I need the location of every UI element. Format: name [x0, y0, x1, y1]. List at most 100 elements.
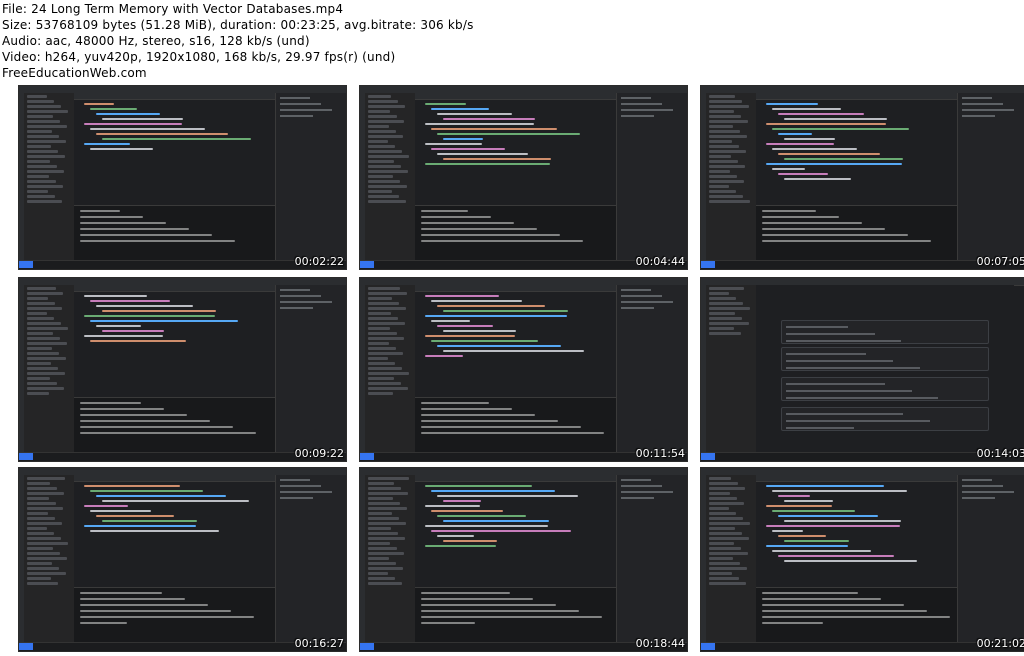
- video-thumbnail[interactable]: 00:11:54: [359, 277, 688, 462]
- terminal-panel: [74, 397, 276, 453]
- chat-line: [621, 301, 673, 303]
- explorer-item: [368, 487, 401, 490]
- settings-line: [786, 383, 885, 385]
- terminal-panel: [415, 397, 617, 453]
- thumbnail-timestamp: 00:09:22: [294, 447, 344, 460]
- settings-panel: [781, 377, 989, 401]
- explorer-item: [368, 382, 401, 385]
- explorer-item: [709, 492, 730, 495]
- code-line: [778, 173, 828, 175]
- editor-tabs: [415, 285, 617, 292]
- video-thumbnail[interactable]: 00:09:22: [18, 277, 347, 462]
- chat-line: [962, 491, 1014, 493]
- explorer-item: [27, 160, 50, 163]
- chat-side-panel: [616, 475, 687, 643]
- explorer-item: [709, 582, 746, 585]
- chat-line: [621, 479, 651, 481]
- file-explorer-sidebar: [24, 285, 75, 453]
- terminal-line: [421, 222, 514, 224]
- explorer-item: [709, 332, 741, 335]
- code-line: [102, 118, 183, 120]
- code-line: [784, 500, 833, 502]
- code-line: [425, 545, 496, 547]
- code-line: [425, 295, 499, 297]
- terminal-panel: [74, 587, 276, 643]
- explorer-item: [27, 145, 51, 148]
- video-thumbnail[interactable]: 00:18:44: [359, 467, 688, 652]
- explorer-item: [709, 150, 746, 153]
- explorer-item: [27, 327, 68, 330]
- explorer-item: [27, 170, 64, 173]
- explorer-item: [27, 567, 59, 570]
- explorer-item: [27, 377, 50, 380]
- explorer-item: [709, 567, 747, 570]
- explorer-item: [27, 292, 63, 295]
- video-thumbnail[interactable]: 00:21:02: [700, 467, 1024, 652]
- explorer-item: [709, 327, 734, 330]
- explorer-item: [709, 497, 737, 500]
- explorer-item: [368, 292, 407, 295]
- explorer-item: [27, 362, 51, 365]
- code-line: [84, 335, 163, 337]
- explorer-item: [709, 547, 741, 550]
- explorer-item: [27, 392, 49, 395]
- explorer-item: [709, 572, 732, 575]
- video-thumbnail[interactable]: 00:02:22: [18, 85, 347, 270]
- chat-side-panel: [957, 475, 1024, 643]
- explorer-item: [27, 200, 62, 203]
- editor-tabs: [74, 285, 276, 292]
- video-info-header: File: 24 Long Term Memory with Vector Da…: [2, 1, 602, 81]
- code-line: [784, 520, 901, 522]
- code-line: [778, 515, 878, 517]
- chat-line: [280, 307, 313, 309]
- code-line: [90, 510, 151, 512]
- explorer-item: [368, 357, 388, 360]
- chat-line: [962, 97, 992, 99]
- code-line: [84, 295, 147, 297]
- code-line: [431, 340, 538, 342]
- editor-area: [415, 285, 617, 453]
- explorer-item: [27, 155, 65, 158]
- code-line: [778, 495, 810, 497]
- explorer-item: [368, 547, 397, 550]
- terminal-line: [762, 598, 881, 600]
- terminal-line: [421, 610, 579, 612]
- explorer-item: [368, 302, 399, 305]
- chat-line: [280, 103, 321, 105]
- video-thumbnail[interactable]: 00:16:27: [18, 467, 347, 652]
- explorer-item: [27, 185, 63, 188]
- code-line: [425, 505, 480, 507]
- code-line: [90, 530, 219, 532]
- explorer-item: [368, 125, 389, 128]
- explorer-item: [27, 342, 67, 345]
- settings-line: [786, 360, 894, 362]
- code-lines: [415, 485, 617, 547]
- video-thumbnail[interactable]: 00:14:03: [700, 277, 1024, 462]
- code-line: [84, 103, 114, 105]
- code-line: [431, 530, 571, 532]
- status-bar: [701, 642, 1024, 651]
- code-lines: [74, 295, 276, 342]
- code-line: [766, 143, 834, 145]
- status-accent: [701, 643, 715, 650]
- code-line: [784, 118, 887, 120]
- terminal-line: [421, 228, 537, 230]
- video-thumbnail[interactable]: 00:04:44: [359, 85, 688, 270]
- terminal-panel: [756, 587, 958, 643]
- thumbnail-timestamp: 00:21:02: [976, 637, 1024, 650]
- terminal-line: [421, 622, 475, 624]
- code-line: [437, 113, 512, 115]
- explorer-item: [368, 327, 390, 330]
- explorer-item: [27, 140, 66, 143]
- code-lines: [756, 103, 958, 180]
- editor-area: [74, 475, 276, 643]
- code-line: [437, 153, 528, 155]
- explorer-item: [27, 130, 52, 133]
- video-thumbnail[interactable]: 00:07:05: [700, 85, 1024, 270]
- explorer-item: [709, 322, 749, 325]
- code-line: [784, 158, 903, 160]
- explorer-item: [368, 517, 399, 520]
- terminal-line: [80, 420, 210, 422]
- explorer-item: [368, 482, 394, 485]
- terminal-line: [80, 210, 120, 212]
